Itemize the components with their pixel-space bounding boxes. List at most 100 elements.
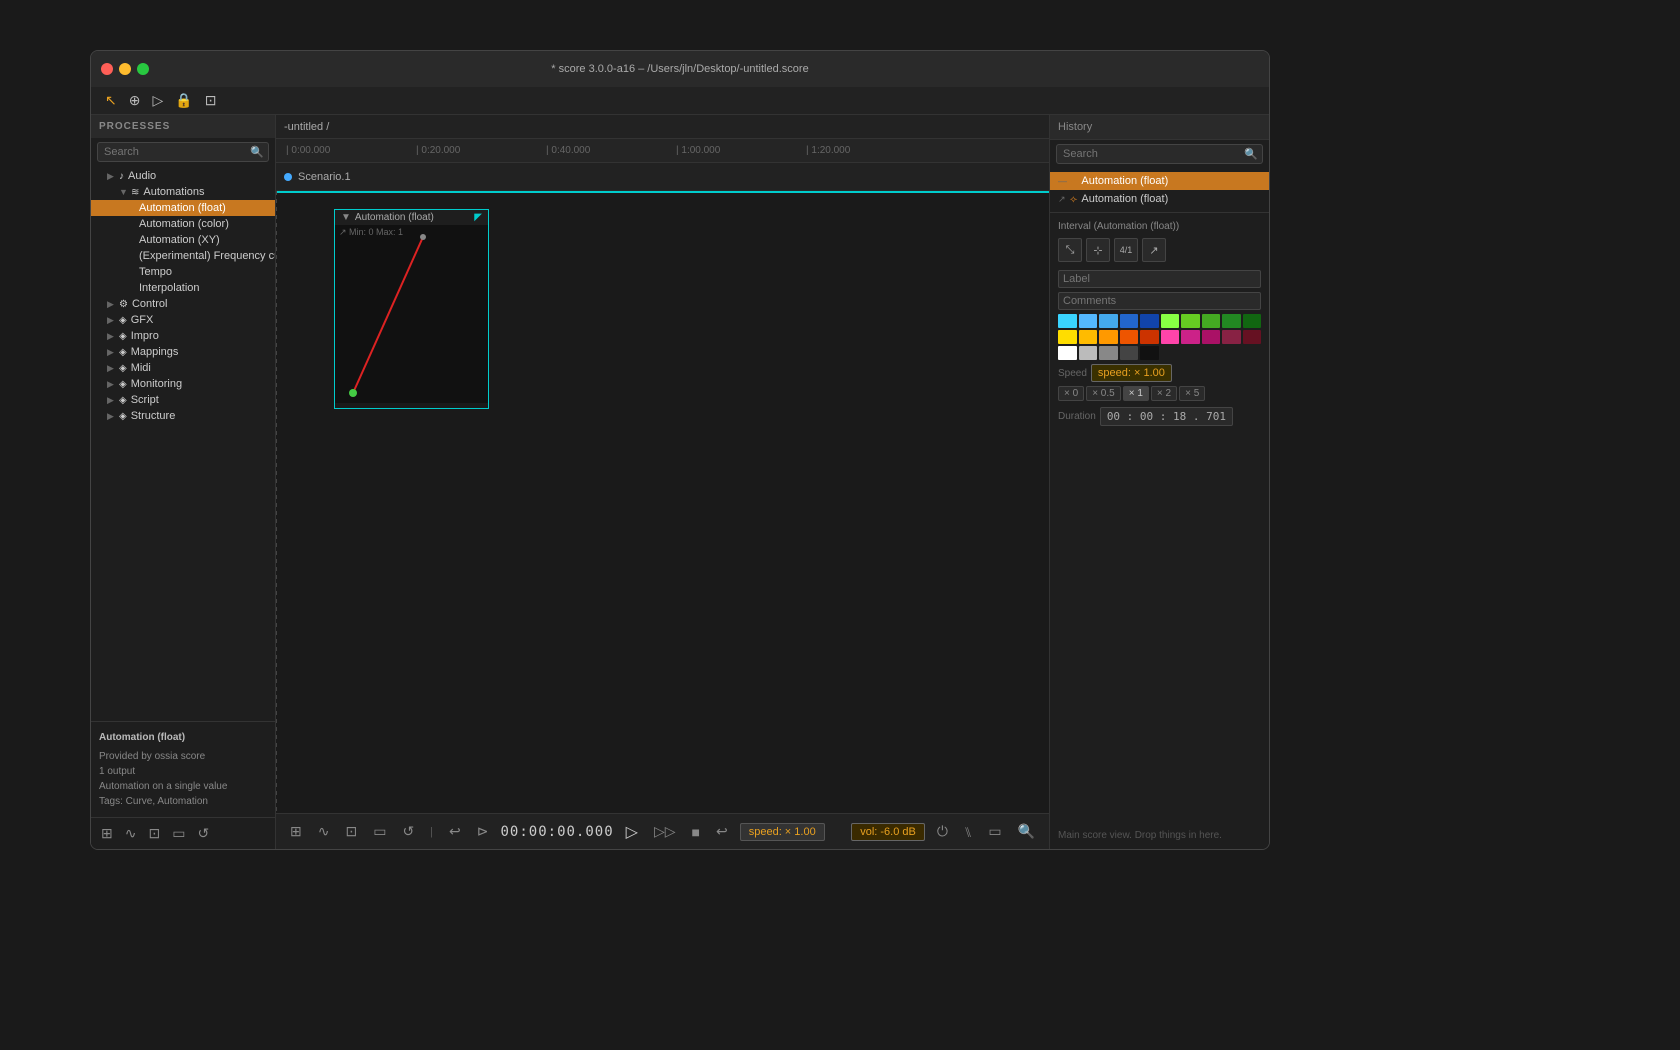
sidebar-item-tempo[interactable]: Tempo: [91, 264, 275, 280]
bt-grid-button[interactable]: ⊞: [286, 821, 306, 842]
sidebar-item-automation-float[interactable]: Automation (float): [91, 200, 275, 216]
lock-tool-button[interactable]: 🔒: [171, 90, 196, 111]
label-field-row: [1058, 270, 1261, 288]
sidebar-item-audio[interactable]: ▶ ♪ Audio: [91, 168, 275, 184]
bt-rtstart-button[interactable]: ↩: [445, 821, 465, 842]
color-swatch[interactable]: [1140, 314, 1159, 328]
speed-btn-05[interactable]: × 0.5: [1086, 386, 1121, 401]
play-tool-button[interactable]: ▷: [148, 90, 167, 111]
interval-icon-params[interactable]: ⊹: [1086, 238, 1110, 262]
history-search-input[interactable]: [1056, 144, 1263, 164]
comments-input[interactable]: [1058, 292, 1261, 310]
sidebar-item-monitoring[interactable]: ▶ ◈ Monitoring: [91, 376, 275, 392]
color-swatch[interactable]: [1222, 330, 1241, 344]
sidebar-item-label-impro: Impro: [131, 330, 159, 342]
sidebar-item-automation-color[interactable]: Automation (color): [91, 216, 275, 232]
scenario-row[interactable]: Scenario.1: [276, 163, 1049, 191]
color-swatch[interactable]: [1099, 330, 1118, 344]
select-tool-button[interactable]: ⊡: [201, 90, 221, 111]
color-swatch[interactable]: [1099, 314, 1118, 328]
color-swatch[interactable]: [1161, 330, 1180, 344]
sidebar-frame-button[interactable]: ⊡: [144, 823, 164, 844]
block-resize-handle[interactable]: ◤: [474, 212, 482, 223]
bt-play2-button[interactable]: ▷▷: [650, 821, 680, 842]
color-swatch[interactable]: [1079, 314, 1098, 328]
sidebar-item-structure[interactable]: ▶ ◈ Structure: [91, 408, 275, 424]
bt-ext-button[interactable]: ▭: [984, 821, 1005, 842]
speed-btn-5[interactable]: × 5: [1179, 386, 1205, 401]
bt-wave-button[interactable]: ∿: [314, 821, 334, 842]
color-swatch[interactable]: [1140, 346, 1159, 360]
sidebar-item-control[interactable]: ▶ ⚙ Control: [91, 296, 275, 312]
color-swatch[interactable]: [1099, 346, 1118, 360]
sidebar-info: Automation (float) Provided by ossia sco…: [91, 721, 275, 817]
bt-return-button[interactable]: ↩: [712, 821, 732, 842]
color-swatch[interactable]: [1058, 346, 1077, 360]
sidebar-box-button[interactable]: ▭: [168, 823, 189, 844]
speed-btn-2[interactable]: × 2: [1151, 386, 1177, 401]
bt-split-button[interactable]: ⑊: [960, 822, 976, 842]
history-item-0[interactable]: — ⟣ Automation (float): [1050, 172, 1269, 190]
bt-rtstart2-button[interactable]: ⊳: [473, 821, 493, 842]
color-swatch[interactable]: [1140, 330, 1159, 344]
color-swatch[interactable]: [1202, 330, 1221, 344]
mappings-icon: ◈: [119, 347, 127, 358]
sidebar-item-mappings[interactable]: ▶ ◈ Mappings: [91, 344, 275, 360]
color-swatch[interactable]: [1058, 314, 1077, 328]
minimize-button[interactable]: [119, 63, 131, 75]
close-button[interactable]: [101, 63, 113, 75]
sidebar-item-script[interactable]: ▶ ◈ Script: [91, 392, 275, 408]
history-search-icon: 🔍: [1244, 148, 1258, 161]
bt-box-button[interactable]: ▭: [369, 821, 390, 842]
color-swatch[interactable]: [1243, 314, 1262, 328]
color-swatch[interactable]: [1243, 330, 1262, 344]
sidebar-history-button[interactable]: ↺: [193, 823, 213, 844]
sidebar-item-midi[interactable]: ▶ ◈ Midi: [91, 360, 275, 376]
bt-history-button[interactable]: ↺: [398, 821, 418, 842]
automation-block[interactable]: ▼ Automation (float) ◤ ↗ Min: 0 Max: 1: [334, 209, 489, 409]
sidebar-item-gfx[interactable]: ▶ ◈ GFX: [91, 312, 275, 328]
info-outputs: 1 output: [99, 764, 267, 779]
speed-btn-1[interactable]: × 1: [1123, 386, 1149, 401]
color-swatch[interactable]: [1222, 314, 1241, 328]
history-icon-0: ⟣: [1070, 176, 1077, 187]
bt-frame-button[interactable]: ⊡: [341, 821, 361, 842]
bottom-transport: ⊞ ∿ ⊡ ▭ ↺ | ↩ ⊳ 00:00:00.000 ▷ ▷▷ ■ ↩ sp…: [276, 813, 1049, 849]
bt-stop-button[interactable]: ■: [688, 822, 704, 842]
interval-icon-speed[interactable]: 4/1: [1114, 238, 1138, 262]
sidebar-item-interpolation[interactable]: Interpolation: [91, 280, 275, 296]
score-area[interactable]: ▼ Automation (float) ◤ ↗ Min: 0 Max: 1: [276, 191, 1049, 813]
color-swatch[interactable]: [1079, 346, 1098, 360]
sidebar-search-input[interactable]: [97, 142, 269, 162]
bt-power-button[interactable]: ⏻: [933, 821, 952, 842]
sidebar-item-freq-curve[interactable]: (Experimental) Frequency curve: [91, 248, 275, 264]
color-swatch[interactable]: [1181, 330, 1200, 344]
color-swatch[interactable]: [1079, 330, 1098, 344]
cursor-tool-button[interactable]: ↖: [101, 90, 121, 111]
color-swatch[interactable]: [1181, 314, 1200, 328]
color-swatch[interactable]: [1058, 330, 1077, 344]
sidebar-grid-button[interactable]: ⊞: [97, 823, 117, 844]
sidebar-item-automation-xy[interactable]: Automation (XY): [91, 232, 275, 248]
interval-icon-fullscreen[interactable]: ⤡: [1058, 238, 1082, 262]
bt-search-button[interactable]: 🔍: [1014, 821, 1039, 842]
color-swatch[interactable]: [1202, 314, 1221, 328]
add-tool-button[interactable]: ⊕: [125, 90, 145, 111]
sidebar-item-impro[interactable]: ▶ ◈ Impro: [91, 328, 275, 344]
interval-icon-arrow[interactable]: ↗: [1142, 238, 1166, 262]
color-swatch[interactable]: [1120, 346, 1139, 360]
sidebar-wave-button[interactable]: ∿: [121, 823, 141, 844]
color-swatch[interactable]: [1120, 314, 1139, 328]
scenario-label: Scenario.1: [298, 171, 351, 183]
color-swatch[interactable]: [1120, 330, 1139, 344]
maximize-button[interactable]: [137, 63, 149, 75]
color-swatch[interactable]: [1161, 314, 1180, 328]
script-icon: ◈: [119, 395, 127, 406]
bt-play-button[interactable]: ▷: [622, 820, 642, 844]
info-tags: Tags: Curve, Automation: [99, 794, 267, 809]
history-item-1[interactable]: ↗ ⟣ Automation (float): [1050, 190, 1269, 208]
sidebar-item-automations[interactable]: ▼ ≋ Automations: [91, 184, 275, 200]
time-mark-2: | 0:40.000: [546, 145, 590, 156]
label-input[interactable]: [1058, 270, 1261, 288]
speed-btn-0[interactable]: × 0: [1058, 386, 1084, 401]
